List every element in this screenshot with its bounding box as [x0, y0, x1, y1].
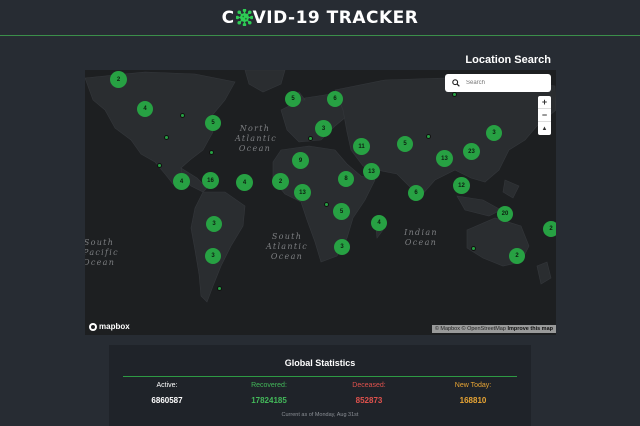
map-zoom-controls: + − ▲	[538, 96, 551, 135]
location-search-title: Location Search	[465, 54, 551, 66]
improve-map-link[interactable]: Improve this map	[507, 326, 553, 332]
map-cluster[interactable]: 12	[453, 177, 470, 194]
location-search-box[interactable]	[445, 74, 551, 92]
stats-timestamp: Current as of Monday, Aug 31st	[281, 412, 359, 418]
stats-title: Global Statistics	[284, 358, 356, 368]
map-cluster[interactable]: 2	[110, 71, 127, 88]
map-cluster[interactable]: 23	[463, 143, 480, 160]
map-cluster[interactable]: 3	[334, 239, 350, 255]
map-cluster[interactable]: 16	[202, 172, 219, 189]
ocean-label-south-pacific: South Pacific Ocean	[85, 238, 119, 267]
map-landmass	[85, 70, 556, 303]
map-cluster[interactable]: 2	[543, 221, 556, 237]
zoom-in-button[interactable]: +	[538, 96, 551, 109]
app-header: C VID-19 TRACKER	[0, 0, 640, 36]
map-cluster[interactable]: 3	[315, 120, 332, 137]
map-cluster[interactable]: 5	[285, 91, 301, 107]
map-cluster[interactable]: 20	[497, 206, 513, 222]
map-cluster[interactable]: 13	[294, 184, 311, 201]
stat-recovered: Recovered: 17824185	[224, 381, 314, 405]
stat-deceased-label: Deceased:	[352, 382, 386, 389]
compass-button[interactable]: ▲	[538, 122, 551, 135]
ocean-label-south-atlantic: South Atlantic Ocean	[266, 232, 308, 261]
map-point[interactable]	[217, 286, 222, 291]
map-cluster[interactable]: 13	[436, 150, 453, 167]
map-cluster[interactable]: 13	[363, 163, 380, 180]
map-cluster[interactable]: 4	[371, 215, 387, 231]
search-input[interactable]	[466, 76, 546, 90]
stat-recovered-label: Recovered:	[251, 382, 287, 389]
map-point[interactable]	[452, 92, 457, 97]
stat-deceased: Deceased: 852873	[324, 381, 414, 405]
mapbox-mark-icon	[89, 322, 97, 331]
ocean-label-indian: Indian Ocean	[404, 228, 438, 247]
map-point[interactable]	[324, 202, 329, 207]
map-cluster[interactable]: 9	[292, 152, 309, 169]
stat-active-label: Active:	[156, 382, 178, 389]
mapbox-wordmark: mapbox	[99, 322, 130, 331]
stat-recovered-value: 17824185	[251, 396, 287, 405]
map-cluster[interactable]: 2	[272, 173, 289, 190]
map-point[interactable]	[426, 134, 431, 139]
ocean-label-north-atlantic: North Atlantic Ocean	[235, 124, 277, 153]
title-prefix: C	[221, 7, 235, 28]
global-statistics-panel: Global Statistics Active: 6860587 Recove…	[109, 345, 531, 426]
map-cluster[interactable]: 5	[205, 115, 221, 131]
map-cluster[interactable]: 4	[137, 101, 153, 117]
map-cluster[interactable]: 6	[408, 185, 424, 201]
stat-new-today-value: 168810	[459, 396, 487, 405]
mapbox-logo[interactable]: mapbox	[89, 322, 130, 331]
map-cluster[interactable]: 6	[327, 91, 343, 107]
attribution-text[interactable]: © Mapbox © OpenStreetMap	[435, 326, 506, 332]
search-icon	[452, 79, 460, 87]
app-title: C VID-19 TRACKER	[222, 8, 419, 28]
map-point[interactable]	[157, 163, 162, 168]
map-point[interactable]	[164, 135, 169, 140]
title-suffix: VID-19 TRACKER	[252, 7, 419, 28]
map-cluster[interactable]: 5	[397, 136, 413, 152]
stats-divider	[123, 376, 517, 377]
map-point[interactable]	[471, 246, 476, 251]
map-attribution: © Mapbox © OpenStreetMap Improve this ma…	[431, 325, 556, 333]
map-point[interactable]	[308, 136, 313, 141]
stat-new-today: New Today: 168810	[428, 381, 518, 405]
map-cluster[interactable]: 3	[205, 248, 221, 264]
map-cluster[interactable]: 11	[353, 138, 370, 155]
world-map[interactable]: North Atlantic Ocean South Atlantic Ocea…	[85, 70, 556, 335]
map-cluster[interactable]: 3	[486, 125, 502, 141]
map-cluster[interactable]: 4	[173, 173, 190, 190]
map-cluster[interactable]: 4	[236, 174, 253, 191]
virus-icon	[235, 9, 253, 26]
map-cluster[interactable]: 3	[206, 216, 222, 232]
stat-active: Active: 6860587	[122, 381, 212, 405]
map-point[interactable]	[209, 150, 214, 155]
map-cluster[interactable]: 2	[509, 248, 525, 264]
zoom-out-button[interactable]: −	[538, 109, 551, 122]
stat-active-value: 6860587	[151, 396, 183, 405]
stat-new-today-label: New Today:	[454, 382, 492, 389]
map-point[interactable]	[180, 113, 185, 118]
map-cluster[interactable]: 5	[333, 203, 350, 220]
stat-deceased-value: 852873	[355, 396, 383, 405]
map-cluster[interactable]: 8	[338, 171, 354, 187]
